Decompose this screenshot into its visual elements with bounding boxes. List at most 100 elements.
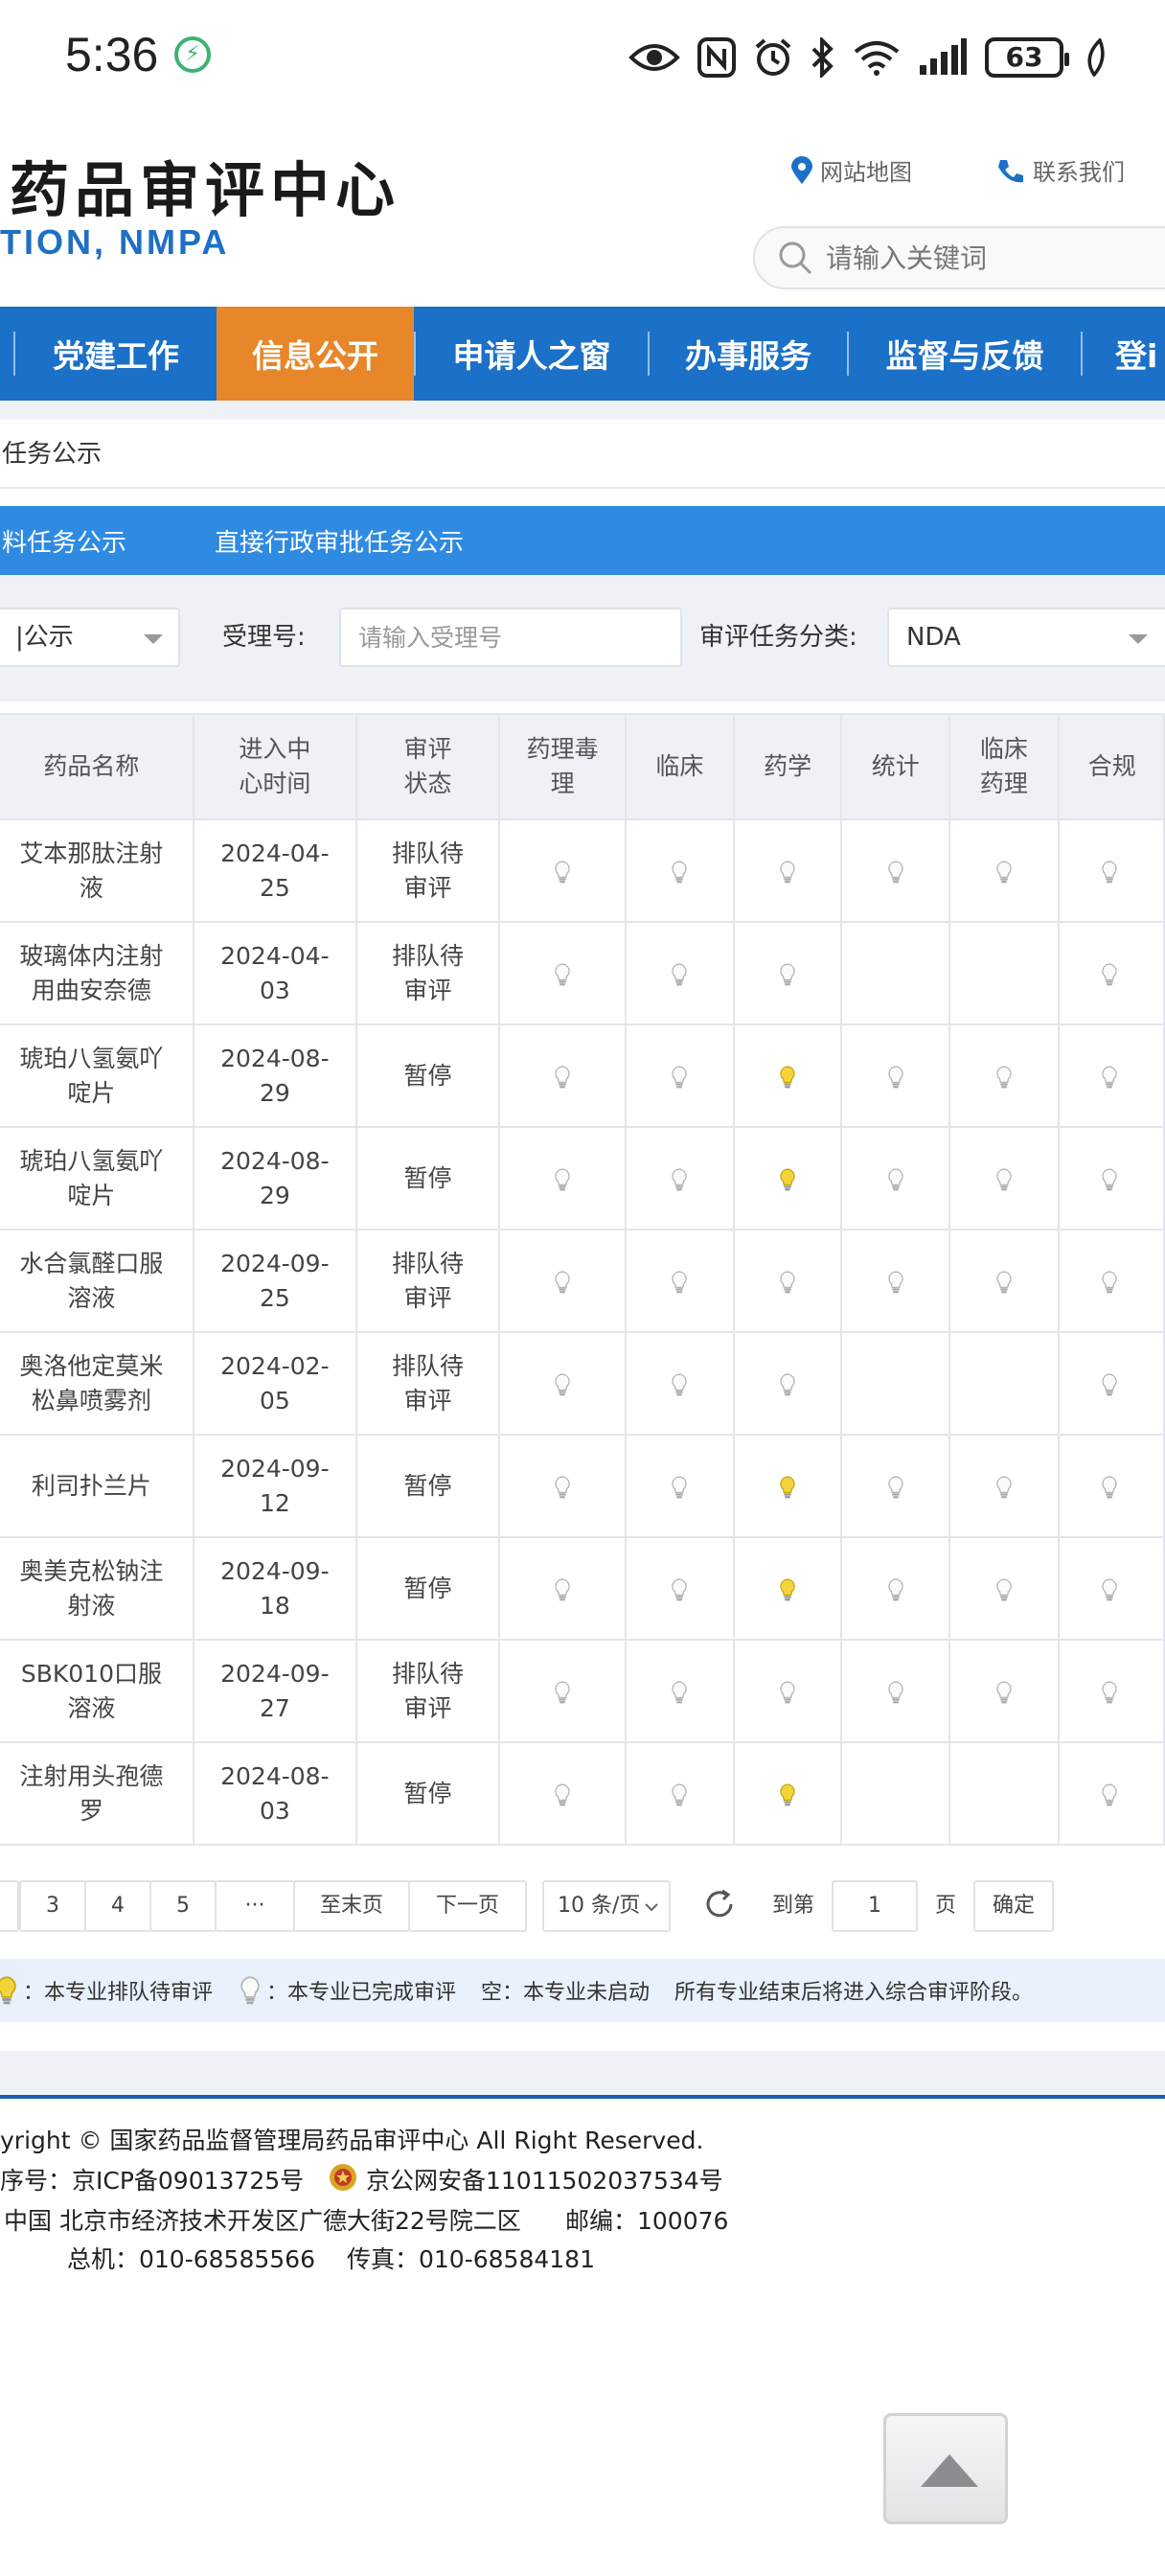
confirm-button[interactable]: 确定 [973, 1880, 1054, 1932]
cell-drug-name[interactable]: SBK010口服溶液 [0, 1639, 194, 1743]
bulb-done-icon [1102, 1372, 1117, 1395]
table-row[interactable]: 利司扑兰片 2024-09-12 暂停 [0, 1434, 1165, 1538]
refresh-icon[interactable] [703, 1888, 736, 1920]
table-row[interactable]: 玻璃体内注射用曲安奈德 2024-04-03 排队待审评 [0, 921, 1165, 1025]
footer-icp[interactable]: 序号：京ICP备09013725号 [0, 2162, 304, 2196]
subtab-task-publicity[interactable]: 料任务公示 [2, 523, 126, 559]
cell-review-progress [625, 1126, 735, 1230]
cell-drug-name[interactable]: 奥洛他定莫米松鼻喷雾剂 [0, 1331, 194, 1436]
status-select[interactable]: |公示 [0, 608, 180, 667]
page-unit-label: 页 [935, 1894, 957, 1918]
table-row[interactable]: 琥珀八氢氨吖啶片 2024-08-29 暂停 [0, 1024, 1165, 1128]
cell-review-progress [1057, 1229, 1165, 1333]
bulb-done-icon [1102, 1065, 1117, 1088]
entry-date-text: 2024-02-05 [220, 1351, 330, 1414]
cell-review-progress [840, 921, 951, 1025]
cell-review-progress [1057, 1434, 1165, 1538]
page-size-select[interactable]: 10 条/页 [542, 1880, 671, 1932]
nav-item-party[interactable]: 党建工作 [15, 307, 217, 401]
cell-drug-name[interactable]: 琥珀八氢氨吖啶片 [0, 1126, 194, 1230]
bulb-done-icon [888, 1680, 903, 1703]
last-page-button[interactable]: 至末页 [293, 1880, 410, 1932]
accept-number-input[interactable] [339, 608, 682, 667]
table-row[interactable]: SBK010口服溶液 2024-09-27 排队待审评 [0, 1639, 1165, 1743]
bulb-done-icon [555, 1065, 570, 1088]
footer-police-record[interactable]: 京公网安备11011502037534号 [366, 2162, 723, 2196]
table-row[interactable]: 水合氯醛口服溶液 2024-09-25 排队待审评 [0, 1229, 1165, 1333]
cell-drug-name[interactable]: 水合氯醛口服溶液 [0, 1229, 194, 1333]
page-button[interactable]: 5 [149, 1880, 217, 1932]
contact-link[interactable]: 联系我们 [996, 153, 1125, 187]
cell-drug-name[interactable]: 利司扑兰片 [0, 1434, 194, 1538]
cell-review-progress [732, 818, 843, 923]
legend-done-text: ：本专业已完成审评 [266, 1981, 457, 2005]
col-header-date-text: 进入中心时间 [239, 735, 311, 797]
cell-drug-name[interactable]: 奥美克松钠注射液 [0, 1536, 194, 1641]
page-button[interactable]: 4 [84, 1880, 151, 1932]
nav-item-supervision[interactable]: 监督与反馈 [849, 307, 1081, 401]
status-text: 暂停 [403, 1061, 452, 1090]
goto-label: 到第 [772, 1894, 815, 1918]
cell-drug-name[interactable]: 艾本那肽注射液 [0, 818, 194, 923]
page-button[interactable]: 3 [19, 1880, 86, 1932]
bulb-done-icon [555, 1680, 570, 1703]
status-text: 排队待审评 [391, 941, 464, 1004]
page-prev-partial[interactable] [0, 1880, 19, 1932]
table-row[interactable]: 注射用头孢德罗 2024-08-03 暂停 [0, 1741, 1165, 1846]
spacer [0, 401, 1165, 420]
bulb-queue-icon [780, 1475, 795, 1498]
nav-item-services[interactable]: 办事服务 [650, 307, 847, 401]
cell-review-progress [840, 1024, 951, 1128]
legend-note-text: 所有专业结束后将进入综合审评阶段。 [674, 1981, 1034, 2005]
breadcrumb: 任务公示 [0, 420, 1165, 489]
cell-drug-name[interactable]: 玻璃体内注射用曲安奈德 [0, 921, 194, 1025]
category-label: 审评任务分类: [699, 623, 857, 652]
cell-drug-name[interactable]: 注射用头孢德罗 [0, 1741, 194, 1846]
cell-status: 暂停 [354, 1741, 501, 1846]
bulb-done-icon [672, 1167, 688, 1190]
cell-status: 排队待审评 [354, 1331, 501, 1436]
cell-review-progress [948, 1741, 1060, 1846]
bulb-done-icon [672, 1270, 688, 1293]
next-page-button[interactable]: 下一页 [408, 1880, 527, 1932]
table-header-row: 药品名称 进入中心时间 审评状态 药理毒理 临床 药学 统计 临床药理 合规 [0, 713, 1165, 820]
site-title[interactable]: 药品审评中心 [10, 142, 400, 228]
bulb-done-icon [888, 1167, 903, 1190]
site-map-label: 网站地图 [820, 159, 912, 186]
search-icon[interactable] [778, 241, 812, 275]
page-ellipsis[interactable]: ··· [215, 1880, 295, 1932]
nav-item-applicant[interactable]: 申请人之窗 [416, 307, 648, 401]
back-to-top-button[interactable] [883, 2413, 1008, 2524]
cell-review-progress [840, 1331, 951, 1436]
table-row[interactable]: 艾本那肽注射液 2024-04-25 排队待审评 [0, 818, 1165, 923]
bulb-done-icon [996, 1167, 1012, 1190]
chevron-down-icon [144, 634, 163, 644]
table-row[interactable]: 琥珀八氢氨吖啶片 2024-08-29 暂停 [0, 1126, 1165, 1230]
nav-item-login[interactable]: 登i [1083, 307, 1161, 401]
nav-item-info-public[interactable]: 信息公开 [217, 307, 414, 401]
search-input[interactable] [826, 242, 1132, 274]
col-header-clinpharm-text: 临床药理 [979, 735, 1028, 797]
col-header-name: 药品名称 [0, 713, 194, 820]
subtab-direct-approval[interactable]: 直接行政审批任务公示 [215, 523, 464, 559]
table-row[interactable]: 奥美克松钠注射液 2024-09-18 暂停 [0, 1536, 1165, 1641]
signal-icon [920, 38, 967, 75]
spacer [0, 2051, 1165, 2095]
cell-entry-date: 2024-09-27 [192, 1639, 357, 1743]
site-map-link[interactable]: 网站地图 [791, 153, 912, 187]
cell-review-progress [498, 1434, 628, 1538]
col-header-status-text: 审评状态 [403, 735, 452, 797]
cell-review-progress [732, 1331, 843, 1436]
cell-review-progress [948, 1331, 1060, 1436]
bulb-done-icon [888, 1270, 903, 1293]
search-box[interactable] [753, 226, 1165, 289]
cell-review-progress [948, 921, 1060, 1025]
table-row[interactable]: 奥洛他定莫米松鼻喷雾剂 2024-02-05 排队待审评 [0, 1331, 1165, 1436]
bulb-done-icon [780, 1372, 795, 1395]
category-select-value: NDA [906, 623, 961, 652]
bulb-done-icon [888, 1577, 903, 1600]
goto-page-input[interactable]: 1 [832, 1880, 918, 1932]
category-select[interactable]: NDA [887, 608, 1165, 667]
cell-drug-name[interactable]: 琥珀八氢氨吖啶片 [0, 1024, 194, 1128]
status-text: 暂停 [403, 1471, 452, 1500]
